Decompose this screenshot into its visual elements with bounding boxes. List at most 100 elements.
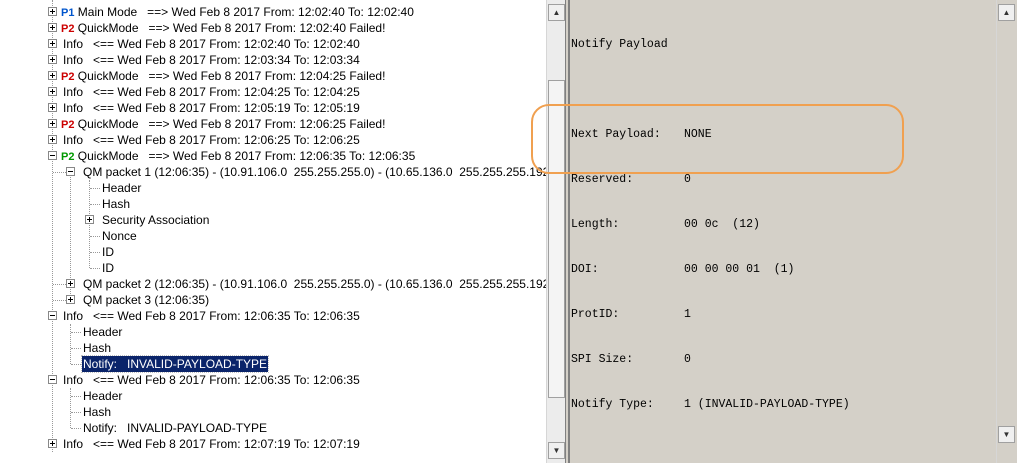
tree-row-header[interactable]: Header [0,324,546,340]
tree-row-notify[interactable]: Notify: INVALID-PAYLOAD-TYPE [0,420,546,436]
tree-row-qm-packet[interactable]: QM packet 1 (12:06:35) - (10.91.106.0 25… [0,164,546,180]
expand-plus-icon[interactable] [48,135,57,144]
tree-row-label: QuickMode ==> Wed Feb 8 2017 From: 12:06… [74,117,386,131]
expand-plus-icon[interactable] [66,295,75,304]
tree-row-qm-packet[interactable]: QM packet 2 (12:06:35) - (10.91.106.0 25… [0,276,546,292]
tree-row-label: Header [83,389,123,403]
field-key: Notify Type: [571,398,654,411]
detail-field: Notify Type: 1 (INVALID-PAYLOAD-TYPE) [571,397,991,412]
tree-row-nonce[interactable]: Nonce [0,228,546,244]
field-key: DOI: [571,263,599,276]
tree-row-label: Security Association [102,213,210,227]
packet-tree-pane[interactable]: P1 Main Mode ==> Wed Feb 8 2017 From: 12… [0,0,566,463]
tree-row-hash[interactable]: Hash [0,404,546,420]
tree-row-info[interactable]: Info <== Wed Feb 8 2017 From: 12:07:19 T… [0,436,546,452]
tree-connector-line [90,236,100,237]
tree-connector-line [71,396,81,397]
field-value: 0 [684,353,691,366]
phase-tag: P2 [61,151,75,163]
tree-row-label: Info <== Wed Feb 8 2017 From: 12:02:40 T… [63,37,360,51]
payload-title: Notify Payload [571,38,668,51]
tree-connector-line [90,204,100,205]
expand-plus-icon[interactable] [48,87,57,96]
tree-row-quickmode[interactable]: P2 QuickMode ==> Wed Feb 8 2017 From: 12… [0,68,546,84]
expand-plus-icon[interactable] [48,119,57,128]
tree-connector-line [71,348,81,349]
tree-row-info[interactable]: Info <== Wed Feb 8 2017 From: 12:05:19 T… [0,100,546,116]
detail-field: DOI: 00 00 00 01 (1) [571,262,991,277]
expand-plus-icon[interactable] [48,23,57,32]
expand-plus-icon[interactable] [66,279,75,288]
detail-field: Reserved: 0 [571,172,991,187]
detail-field: SPI Size: 0 [571,352,991,367]
phase-tag: P2 [61,71,75,83]
tree-row-info[interactable]: Info <== Wed Feb 8 2017 From: 12:04:25 T… [0,84,546,100]
expand-plus-icon[interactable] [48,103,57,112]
field-value: NONE [684,128,712,141]
triangle-up-icon[interactable]: ▲ [998,4,1015,21]
tree-row-label: Header [102,181,142,195]
tree-row-label: Notify: INVALID-PAYLOAD-TYPE [83,421,268,435]
tree-row-id[interactable]: ID [0,244,546,260]
field-key: SPI Size: [571,353,634,366]
field-key: Length: [571,218,620,231]
tree-row-info[interactable]: Info <== Wed Feb 8 2017 From: 12:03:34 T… [0,52,546,68]
expand-plus-icon[interactable] [48,439,57,448]
tree-row-info[interactable]: Info <== Wed Feb 8 2017 From: 12:06:35 T… [0,372,546,388]
tree-row-label: QuickMode ==> Wed Feb 8 2017 From: 12:06… [74,149,416,163]
tree-row-qm-packet[interactable]: QM packet 3 (12:06:35) [0,292,546,308]
expand-plus-icon[interactable] [48,7,57,16]
tree-row-label: Header [83,325,123,339]
tree-row-hash[interactable]: Hash [0,196,546,212]
tree-row-hash[interactable]: Hash [0,340,546,356]
tree-row-id[interactable]: ID [0,260,546,276]
tree-row-label: QM packet 2 (12:06:35) - (10.91.106.0 25… [83,277,546,291]
tree-row-main-mode[interactable]: P1 Main Mode ==> Wed Feb 8 2017 From: 12… [0,4,546,20]
tree-row-label: Nonce [102,229,137,243]
phase-tag: P2 [61,119,75,131]
tree-row-notify-selected[interactable]: Notify: INVALID-PAYLOAD-TYPE [0,355,546,373]
triangle-down-icon[interactable]: ▼ [548,442,565,459]
collapse-minus-icon[interactable] [48,151,57,160]
expand-plus-icon[interactable] [48,71,57,80]
tree-connector-line [53,300,66,301]
payload-detail-pane[interactable]: Notify Payload Next Payload: NONE Reserve… [569,0,1017,463]
tree-connector-line [71,412,81,413]
tree-row-header[interactable]: Header [0,180,546,196]
field-key: ProtID: [571,308,620,321]
tree-vertical-scrollbar[interactable]: ▲ ▼ [546,0,566,463]
detail-vertical-scrollbar[interactable]: ▲ ▼ [996,0,1017,463]
tree-connector-line [71,332,81,333]
tree-row-quickmode[interactable]: P2 QuickMode ==> Wed Feb 8 2017 From: 12… [0,20,546,36]
expand-plus-icon[interactable] [85,215,94,224]
tree-row-security-association[interactable]: Security Association [0,212,546,228]
collapse-minus-icon[interactable] [48,311,57,320]
tree-row-label: QuickMode ==> Wed Feb 8 2017 From: 12:04… [74,69,386,83]
tree-row-info[interactable]: Info <== Wed Feb 8 2017 From: 12:06:35 T… [0,308,546,324]
tree-row-info[interactable]: Info <== Wed Feb 8 2017 From: 12:02:40 T… [0,36,546,52]
triangle-down-icon[interactable]: ▼ [998,426,1015,443]
triangle-up-icon[interactable]: ▲ [548,4,565,21]
field-value: 1 (INVALID-PAYLOAD-TYPE) [684,398,850,411]
tree-scrollbar-thumb[interactable] [548,80,565,398]
expand-plus-icon[interactable] [48,55,57,64]
tree-row-label: Hash [83,341,112,355]
collapse-minus-icon[interactable] [48,375,57,384]
tree-row-label: Info <== Wed Feb 8 2017 From: 12:03:34 T… [63,53,360,67]
tree-connector-line [90,268,100,269]
tree-row-label: Info <== Wed Feb 8 2017 From: 12:07:19 T… [63,437,360,451]
phase-tag: P2 [61,23,75,35]
collapse-minus-icon[interactable] [66,167,75,176]
tree-row-header[interactable]: Header [0,388,546,404]
detail-field: Next Payload: NONE [571,127,991,142]
expand-plus-icon[interactable] [48,39,57,48]
field-key: Next Payload: [571,128,661,141]
tree-row-label: Info <== Wed Feb 8 2017 From: 12:05:19 T… [63,101,360,115]
tree-row-info[interactable]: Info <== Wed Feb 8 2017 From: 12:06:25 T… [0,132,546,148]
tree-row-quickmode[interactable]: P2 QuickMode ==> Wed Feb 8 2017 From: 12… [0,148,546,164]
payload-detail-text: Notify Payload Next Payload: NONE Reserve… [571,7,991,442]
tree-connector-line [53,172,66,173]
tree-row-quickmode[interactable]: P2 QuickMode ==> Wed Feb 8 2017 From: 12… [0,116,546,132]
tree-row-label: Notify: INVALID-PAYLOAD-TYPE [80,355,270,373]
packet-tree[interactable]: P1 Main Mode ==> Wed Feb 8 2017 From: 12… [0,0,546,463]
